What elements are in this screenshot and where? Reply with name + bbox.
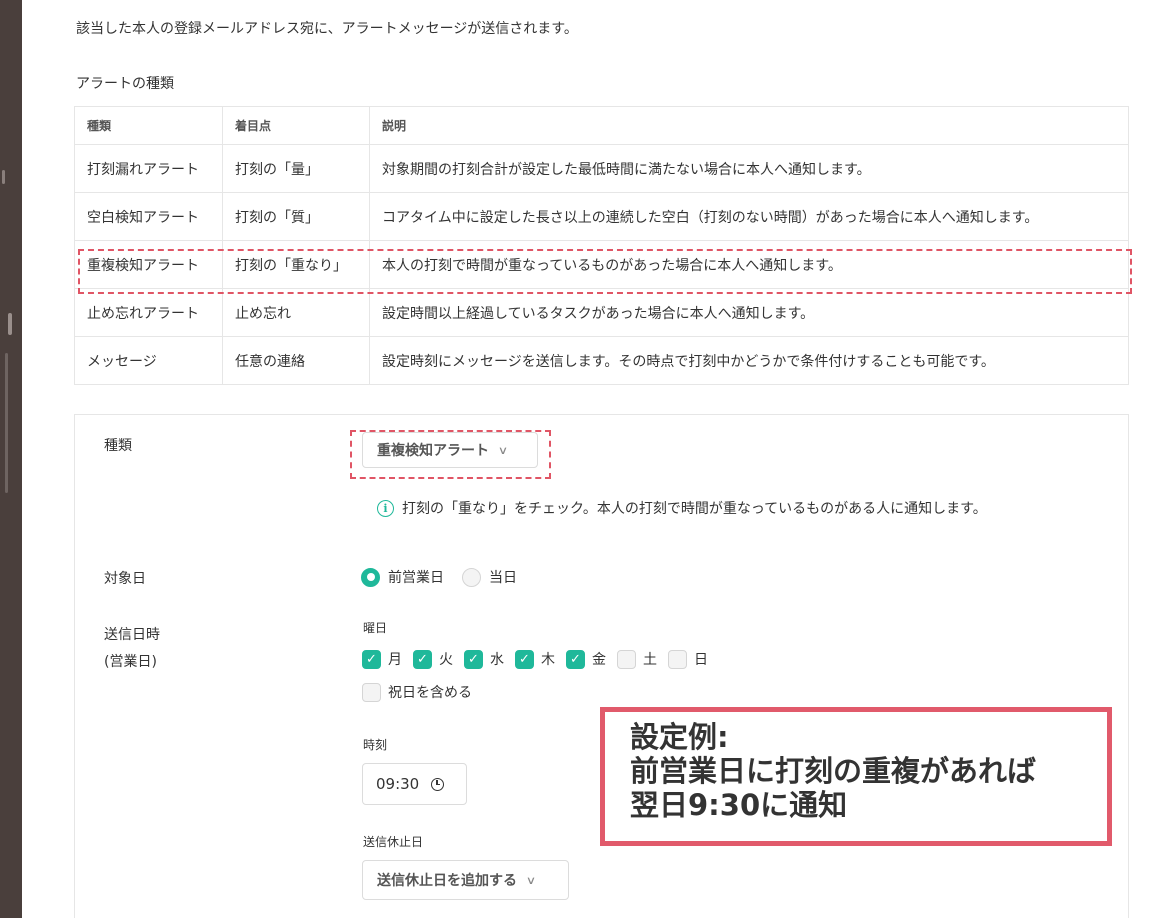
checkbox-mon[interactable]: ✓ 月: [362, 649, 402, 669]
callout-line-2: 前営業日に打刻の重複があれば: [630, 754, 1037, 788]
checkbox-sun[interactable]: 日: [668, 649, 708, 669]
info-icon: i: [377, 499, 394, 517]
intro-text: 該当した本人の登録メールアドレス宛に、アラートメッセージが送信されます。: [76, 21, 578, 37]
checkbox-label: 木: [541, 652, 555, 668]
header-type: 種類: [74, 106, 223, 145]
checkbox-label: 土: [643, 652, 657, 668]
header-focus: 着目点: [222, 106, 370, 145]
suspend-label: 送信休止日: [363, 835, 424, 849]
cell-type: 打刻漏れアラート: [74, 144, 223, 193]
time-value: 09:30: [376, 775, 420, 793]
target-day-radio-group: 前営業日 当日: [361, 567, 535, 587]
sidebar-scrollbar[interactable]: [5, 353, 8, 493]
table-row: メッセージ 任意の連絡 設定時刻にメッセージを送信します。その時点で打刻中かどう…: [74, 336, 1129, 385]
radio-label: 当日: [489, 570, 517, 586]
cell-type: 重複検知アラート: [74, 240, 223, 289]
example-callout: 設定例: 前営業日に打刻の重複があれば 翌日9:30に通知: [600, 707, 1112, 846]
add-suspend-day-label: 送信休止日を追加する: [377, 873, 517, 889]
chevron-down-icon: ∨: [525, 873, 537, 887]
cell-description: 設定時刻にメッセージを送信します。その時点で打刻中かどうかで条件付けすることも可…: [369, 336, 1129, 385]
type-info-text: 打刻の「重なり」をチェック。本人の打刻で時間が重なっているものがある人に通知しま…: [402, 501, 987, 517]
send-datetime-label: 送信日時: [104, 627, 160, 643]
checkbox-label: 金: [592, 652, 606, 668]
weekday-checkboxes: ✓ 月 ✓ 火 ✓ 水 ✓ 木 ✓ 金 土 日: [362, 649, 719, 669]
checkbox-sat[interactable]: 土: [617, 649, 657, 669]
cell-type: メッセージ: [74, 336, 223, 385]
radio-unchecked-icon: [462, 567, 481, 587]
callout-line-3: 翌日9:30に通知: [630, 788, 848, 822]
checkbox-tue[interactable]: ✓ 火: [413, 649, 453, 669]
checkbox-label: 月: [388, 652, 402, 668]
checkbox-unchecked-icon: [668, 649, 687, 669]
cell-focus: 止め忘れ: [222, 288, 370, 337]
left-sidebar: [0, 0, 22, 918]
cell-description: 対象期間の打刻合計が設定した最低時間に満たない場合に本人へ通知します。: [369, 144, 1129, 193]
type-label: 種類: [104, 438, 132, 454]
table-row: 打刻漏れアラート 打刻の「量」 対象期間の打刻合計が設定した最低時間に満たない場…: [74, 144, 1129, 193]
alert-type-select[interactable]: 重複検知アラート ∨: [362, 432, 538, 468]
alert-types-heading: アラートの種類: [76, 76, 174, 92]
chevron-down-icon: ∨: [497, 443, 509, 457]
business-day-label: (営業日): [104, 654, 157, 670]
sidebar-marker: [2, 170, 5, 184]
cell-focus: 打刻の「量」: [222, 144, 370, 193]
checkbox-thu[interactable]: ✓ 木: [515, 649, 555, 669]
time-input[interactable]: 09:30: [362, 763, 467, 805]
header-description: 説明: [369, 106, 1129, 145]
checkbox-label: 水: [490, 652, 504, 668]
cell-description: コアタイム中に設定した長さ以上の連続した空白（打刻のない時間）があった場合に本人…: [369, 192, 1129, 241]
checkbox-unchecked-icon: [617, 649, 636, 669]
main-content: 該当した本人の登録メールアドレス宛に、アラートメッセージが送信されます。 アラー…: [22, 0, 1166, 918]
checkbox-include-holidays[interactable]: 祝日を含める: [362, 682, 472, 702]
alert-type-value: 重複検知アラート: [377, 443, 489, 459]
table-row: 重複検知アラート 打刻の「重なり」 本人の打刻で時間が重なっているものがあった場…: [74, 240, 1129, 289]
radio-previous-business-day[interactable]: 前営業日: [361, 567, 444, 587]
checkbox-label: 日: [694, 652, 708, 668]
checkbox-checked-icon: ✓: [464, 649, 483, 669]
checkbox-checked-icon: ✓: [413, 649, 432, 669]
checkbox-fri[interactable]: ✓ 金: [566, 649, 606, 669]
checkbox-checked-icon: ✓: [362, 649, 381, 669]
table-row: 空白検知アラート 打刻の「質」 コアタイム中に設定した長さ以上の連続した空白（打…: [74, 192, 1129, 241]
checkbox-unchecked-icon: [362, 682, 381, 702]
table-row: 止め忘れアラート 止め忘れ 設定時間以上経過しているタスクがあった場合に本人へ通…: [74, 288, 1129, 337]
checkbox-label: 火: [439, 652, 453, 668]
checkbox-checked-icon: ✓: [515, 649, 534, 669]
target-day-label: 対象日: [104, 571, 146, 587]
type-info: i 打刻の「重なり」をチェック。本人の打刻で時間が重なっているものがある人に通知…: [377, 498, 987, 518]
radio-checked-icon: [361, 567, 380, 587]
cell-focus: 任意の連絡: [222, 336, 370, 385]
table-header-row: 種類 着目点 説明: [74, 106, 1129, 145]
sidebar-handle[interactable]: [8, 313, 12, 335]
callout-line-1: 設定例:: [630, 720, 729, 754]
checkbox-label: 祝日を含める: [388, 685, 472, 701]
radio-label: 前営業日: [388, 570, 444, 586]
add-suspend-day-select[interactable]: 送信休止日を追加する ∨: [362, 860, 569, 900]
time-label: 時刻: [363, 738, 388, 752]
cell-focus: 打刻の「質」: [222, 192, 370, 241]
alert-types-table: 種類 着目点 説明 打刻漏れアラート 打刻の「量」 対象期間の打刻合計が設定した…: [74, 106, 1129, 385]
cell-type: 空白検知アラート: [74, 192, 223, 241]
clock-icon: [431, 777, 445, 791]
checkbox-wed[interactable]: ✓ 水: [464, 649, 504, 669]
weekday-label: 曜日: [363, 621, 388, 635]
cell-focus: 打刻の「重なり」: [222, 240, 370, 289]
cell-description: 本人の打刻で時間が重なっているものがあった場合に本人へ通知します。: [369, 240, 1129, 289]
cell-description: 設定時間以上経過しているタスクがあった場合に本人へ通知します。: [369, 288, 1129, 337]
radio-same-day[interactable]: 当日: [462, 567, 517, 587]
checkbox-checked-icon: ✓: [566, 649, 585, 669]
cell-type: 止め忘れアラート: [74, 288, 223, 337]
